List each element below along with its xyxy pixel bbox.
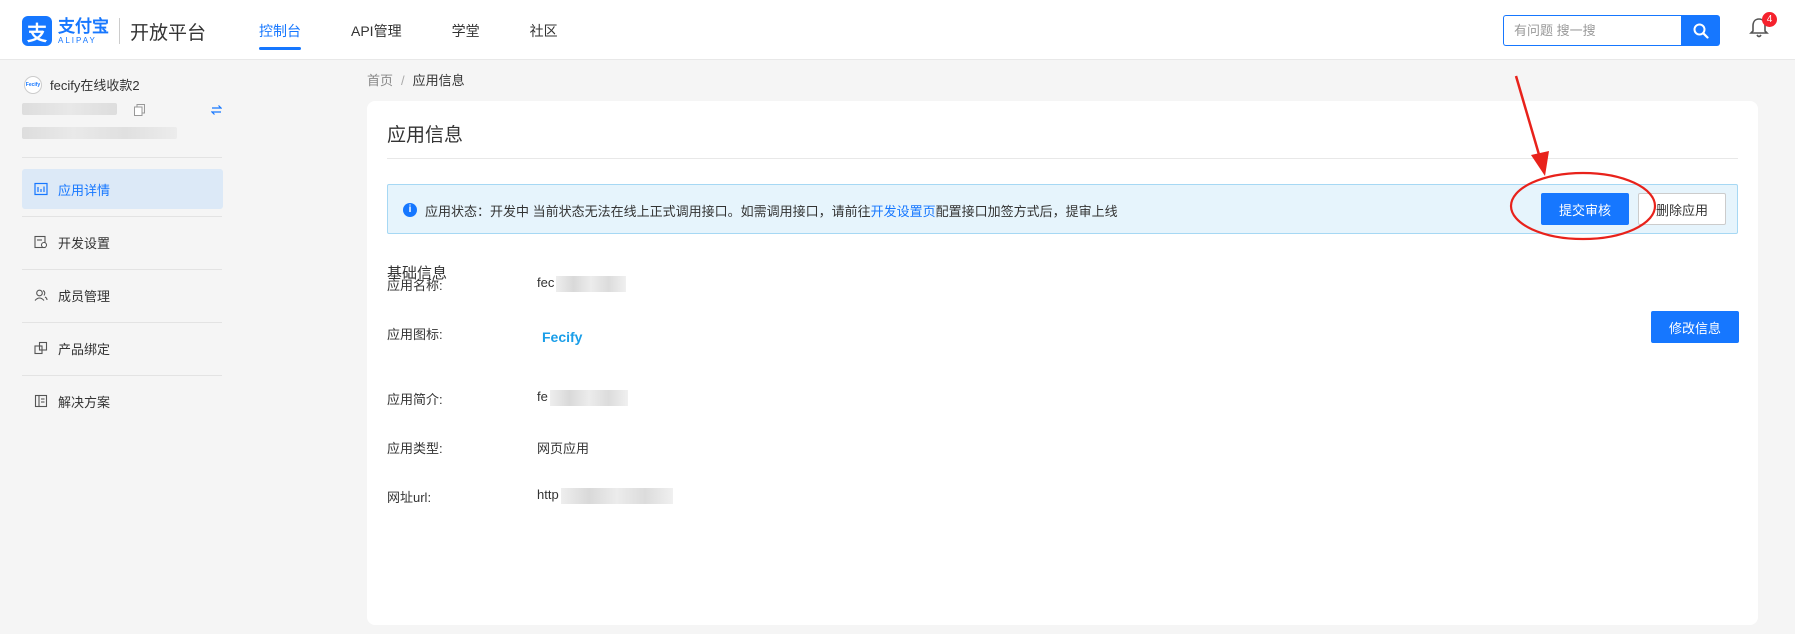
- logo-en: ALIPAY: [58, 35, 97, 45]
- delete-app-button[interactable]: 删除应用: [1638, 193, 1726, 225]
- status-alert: i 应用状态：开发中 当前状态无法在线上正式调用接口。如需调用接口，请前往开发设…: [387, 184, 1738, 234]
- page-title: 应用信息: [387, 125, 464, 146]
- switch-app-icon[interactable]: [211, 105, 222, 115]
- sidebar-divider: [22, 322, 222, 323]
- sidebar-divider: [22, 157, 222, 158]
- sidebar: Fecify fecify在线收款2 应用详情 开发设置 成员管理 产品绑定 解…: [0, 61, 245, 634]
- logo-text: 支付宝 ALIPAY: [58, 18, 109, 45]
- alert-text: 应用状态：开发中 当前状态无法在线上正式调用接口。如需调用接口，请前往开发设置页…: [425, 201, 1118, 220]
- notification-badge: 4: [1762, 12, 1777, 27]
- app-meta-redacted: [22, 127, 177, 139]
- search-input[interactable]: [1503, 15, 1681, 46]
- search-button[interactable]: [1681, 15, 1720, 46]
- sidebar-divider: [22, 216, 222, 217]
- app-switcher-header: Fecify fecify在线收款2: [24, 75, 140, 94]
- notification-bell[interactable]: 4: [1749, 12, 1777, 41]
- app-name: fecify在线收款2: [50, 78, 140, 93]
- sidebar-item-dev-settings[interactable]: 开发设置: [22, 222, 223, 262]
- sidebar-item-product-bind[interactable]: 产品绑定: [22, 328, 223, 368]
- sidebar-item-label: 解决方案: [58, 394, 111, 410]
- sidebar-item-members[interactable]: 成员管理: [22, 275, 223, 315]
- nav-api-management[interactable]: API管理: [351, 0, 402, 60]
- app-info-card: 应用信息 i 应用状态：开发中 当前状态无法在线上正式调用接口。如需调用接口，请…: [367, 101, 1758, 625]
- members-icon: [34, 289, 48, 301]
- redacted-block: [549, 389, 628, 406]
- submit-review-button[interactable]: 提交审核: [1541, 193, 1629, 225]
- redacted-block: [560, 487, 673, 504]
- solution-icon: [34, 394, 48, 408]
- edit-info-button[interactable]: 修改信息: [1651, 311, 1739, 343]
- sidebar-item-label: 产品绑定: [58, 341, 111, 357]
- sidebar-item-label: 成员管理: [58, 288, 111, 304]
- app-detail-icon: [34, 182, 48, 196]
- breadcrumb-current: 应用信息: [412, 73, 465, 88]
- nav-academy[interactable]: 学堂: [452, 0, 480, 60]
- redacted-block: [556, 275, 627, 292]
- sidebar-divider: [22, 375, 222, 376]
- field-value-text: http: [537, 487, 559, 502]
- breadcrumb-home[interactable]: 首页: [367, 73, 393, 88]
- alipay-logo-icon: 支: [22, 16, 52, 46]
- sidebar-item-label: 开发设置: [58, 235, 111, 251]
- logo-divider: [119, 18, 120, 44]
- search-icon: [1693, 23, 1709, 39]
- top-header: 支 支付宝 ALIPAY 开放平台 控制台 API管理 学堂 社区 4: [0, 0, 1795, 60]
- sidebar-item-solution[interactable]: 解决方案: [22, 381, 223, 421]
- sidebar-divider: [22, 269, 222, 270]
- search-box: [1503, 15, 1720, 46]
- field-value-app-name: fec: [537, 275, 627, 292]
- info-icon: i: [403, 203, 417, 217]
- nav-community[interactable]: 社区: [530, 0, 558, 60]
- main-nav: 控制台 API管理 学堂 社区: [259, 0, 608, 60]
- copy-icon[interactable]: [134, 104, 145, 116]
- app-avatar: Fecify: [24, 75, 42, 94]
- field-value-url: http: [537, 487, 673, 504]
- sidebar-item-app-detail[interactable]: 应用详情: [22, 169, 223, 209]
- field-label-app-name: 应用名称:: [387, 278, 443, 293]
- logo-cn: 支付宝: [58, 16, 109, 36]
- alert-text-after: 配置接口加签方式后，提审上线: [935, 204, 1118, 219]
- appid-redacted: [22, 103, 117, 115]
- dev-settings-icon: [34, 235, 48, 249]
- alert-text-before: 应用状态：开发中 当前状态无法在线上正式调用接口。如需调用接口，请前往: [425, 204, 871, 219]
- app-icon-logo: Fecify: [542, 329, 583, 345]
- product-bind-icon: [34, 341, 48, 355]
- dev-settings-link[interactable]: 开发设置页: [871, 204, 936, 219]
- field-value-text: fe: [537, 389, 548, 404]
- field-label-app-type: 应用类型:: [387, 441, 443, 456]
- field-label-url: 网址url:: [387, 490, 432, 505]
- title-divider: [387, 158, 1738, 159]
- field-label-app-intro: 应用简介:: [387, 392, 443, 407]
- field-value-app-type: 网页应用: [537, 441, 590, 456]
- field-value-app-intro: fe: [537, 389, 628, 406]
- breadcrumb: 首页 / 应用信息: [367, 70, 465, 89]
- breadcrumb-separator: /: [401, 73, 405, 88]
- field-value-text: fec: [537, 275, 555, 290]
- sidebar-item-label: 应用详情: [58, 182, 111, 198]
- field-label-app-icon: 应用图标:: [387, 327, 443, 342]
- nav-console[interactable]: 控制台: [259, 0, 301, 60]
- alipay-logo[interactable]: 支 支付宝 ALIPAY 开放平台: [22, 16, 206, 46]
- platform-name: 开放平台: [130, 22, 207, 44]
